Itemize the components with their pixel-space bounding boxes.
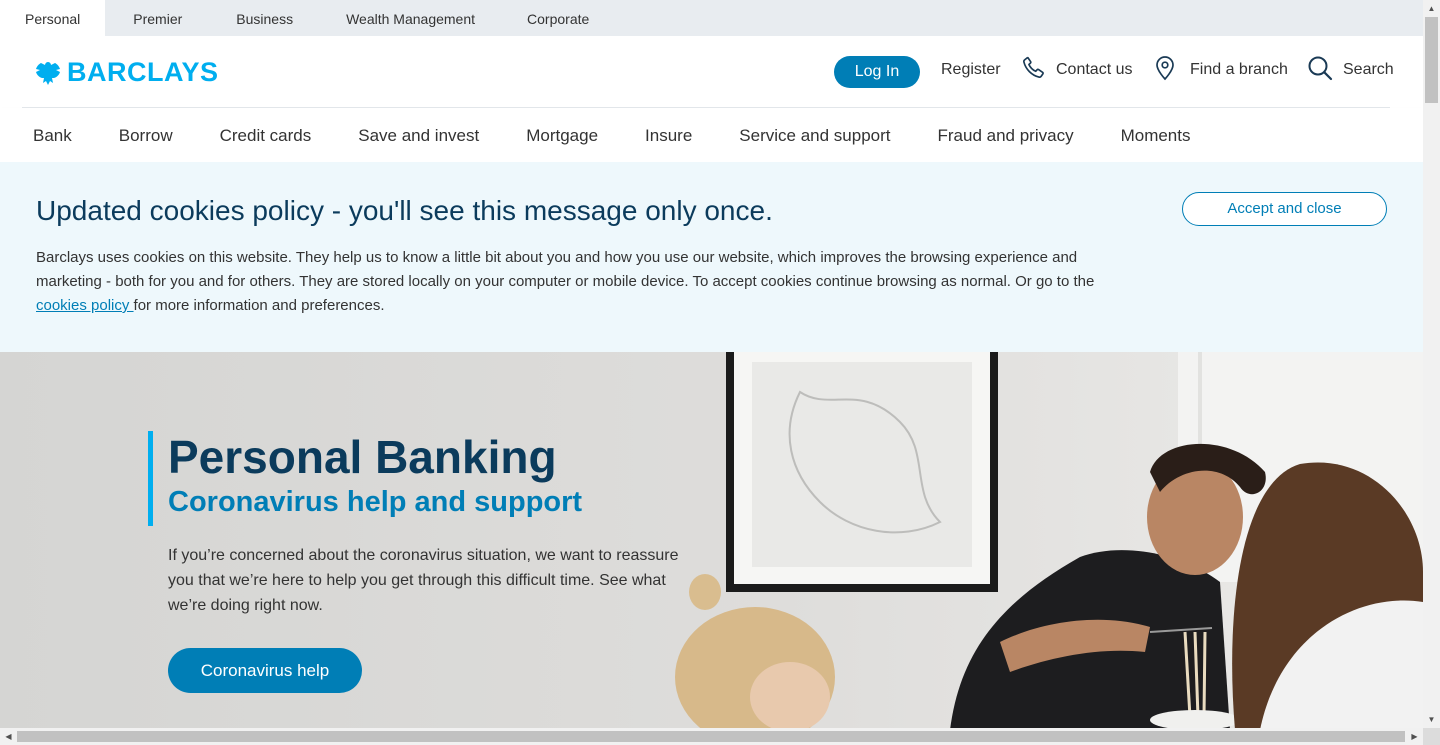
segment-tab-premier[interactable]: Premier: [105, 0, 210, 36]
vertical-scrollbar[interactable]: ▲ ▼: [1423, 0, 1440, 745]
segment-tab-corporate[interactable]: Corporate: [502, 0, 614, 36]
scroll-up-arrow-icon[interactable]: ▲: [1423, 0, 1440, 17]
nav-item-fraud-and-privacy[interactable]: Fraud and privacy: [938, 108, 1074, 162]
scrollbar-corner: [1423, 728, 1440, 745]
hero-body-text: If you’re concerned about the coronaviru…: [168, 547, 679, 614]
hero-title: Personal Banking: [168, 431, 557, 483]
segment-tab-business[interactable]: Business: [210, 0, 319, 36]
hero-section: Personal Banking Coronavirus help and su…: [0, 352, 1423, 730]
coronavirus-help-button[interactable]: Coronavirus help: [168, 648, 362, 693]
cookie-banner: Updated cookies policy - you'll see this…: [0, 162, 1423, 352]
location-pin-icon: [1154, 55, 1176, 86]
find-a-branch-label: Find a branch: [1190, 61, 1288, 78]
nav-item-service-and-support[interactable]: Service and support: [739, 108, 890, 162]
site-header: BARCLAYS Log In Register Contact us Find…: [0, 36, 1423, 108]
segment-tab-wealth-management[interactable]: Wealth Management: [319, 0, 502, 36]
search-label: Search: [1343, 61, 1394, 78]
phone-icon: [1021, 55, 1046, 85]
nav-item-insure[interactable]: Insure: [645, 108, 692, 162]
accept-and-close-button[interactable]: Accept and close: [1182, 192, 1387, 226]
segment-tab-personal[interactable]: Personal: [0, 0, 106, 36]
horizontal-scroll-thumb[interactable]: [17, 731, 1405, 742]
segment-tabs: Personal Premier Business Wealth Managem…: [0, 0, 1423, 36]
scroll-right-arrow-icon[interactable]: ▶: [1406, 728, 1423, 745]
find-a-branch-link[interactable]: Find a branch: [1154, 54, 1288, 86]
hero-accent-bar: [148, 431, 153, 526]
register-link[interactable]: Register: [941, 54, 1001, 86]
cookie-banner-title: Updated cookies policy - you'll see this…: [36, 195, 773, 226]
nav-item-save-and-invest[interactable]: Save and invest: [358, 108, 479, 162]
horizontal-scrollbar[interactable]: ◀ ▶: [0, 728, 1423, 745]
nav-item-bank[interactable]: Bank: [33, 108, 72, 162]
nav-item-mortgage[interactable]: Mortgage: [526, 108, 598, 162]
hero-subtitle: Coronavirus help and support: [168, 486, 583, 518]
nav-item-borrow[interactable]: Borrow: [119, 108, 173, 162]
nav-item-credit-cards[interactable]: Credit cards: [220, 108, 312, 162]
search-link[interactable]: Search: [1307, 54, 1394, 86]
eagle-logo-icon: [36, 61, 60, 85]
scroll-left-arrow-icon[interactable]: ◀: [0, 728, 17, 745]
scroll-down-arrow-icon[interactable]: ▼: [1423, 711, 1440, 728]
cookie-banner-text: Barclays uses cookies on this website. T…: [36, 246, 1116, 318]
cookie-text-outro: for more information and preferences.: [133, 297, 385, 314]
contact-us-label: Contact us: [1056, 61, 1133, 78]
login-button[interactable]: Log In: [834, 56, 920, 88]
nav-item-moments[interactable]: Moments: [1121, 108, 1191, 162]
search-icon: [1307, 55, 1333, 86]
vertical-scroll-thumb[interactable]: [1425, 17, 1438, 103]
main-nav: Bank Borrow Credit cards Save and invest…: [0, 108, 1423, 162]
logo-wordmark: BARCLAYS: [67, 57, 219, 87]
contact-us-link[interactable]: Contact us: [1021, 54, 1132, 86]
register-label: Register: [941, 61, 1001, 78]
barclays-logo[interactable]: BARCLAYS: [33, 57, 219, 88]
cookie-text-intro: Barclays uses cookies on this website. T…: [36, 249, 1095, 290]
cookies-policy-link[interactable]: cookies policy: [36, 297, 134, 314]
